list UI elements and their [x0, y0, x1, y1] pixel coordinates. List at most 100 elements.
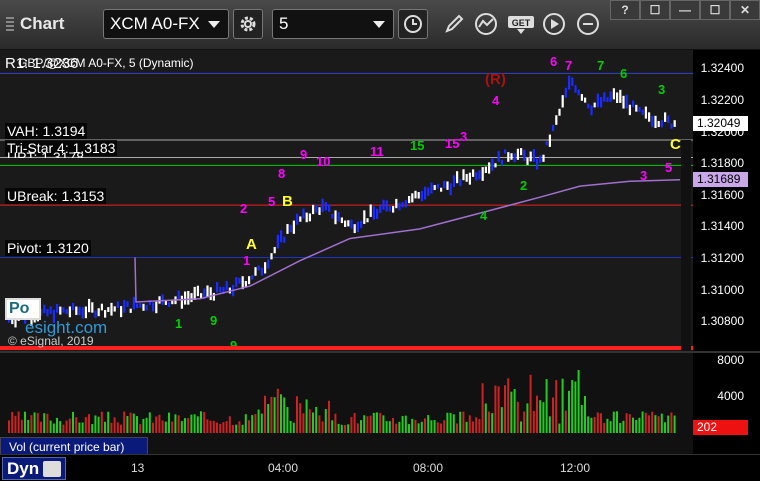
count-mark: 5 [268, 194, 275, 209]
candle [635, 104, 638, 112]
symbol-dropdown[interactable]: XCM A0-FX [103, 9, 229, 39]
volume-bar [536, 395, 538, 433]
volume-bar [27, 419, 30, 433]
volume-bar [459, 411, 462, 433]
volume-bar [478, 419, 481, 433]
volume-bar [126, 416, 129, 433]
volume-bar [110, 422, 113, 433]
get-data-button[interactable]: GET [506, 10, 536, 38]
volume-bar [376, 412, 378, 433]
volume-bar [187, 418, 190, 433]
candle [340, 217, 343, 224]
candle [72, 302, 75, 311]
volume-bar [244, 414, 247, 433]
volume-bar [436, 422, 439, 433]
volume-bar [414, 420, 417, 433]
studies-button[interactable] [472, 10, 500, 38]
close-button[interactable]: ✕ [730, 0, 760, 20]
volume-bar [88, 414, 90, 433]
volume-bar [520, 421, 522, 433]
grip-icon[interactable] [6, 16, 14, 33]
volume-bar [651, 411, 654, 433]
volume-bar [62, 424, 65, 433]
volume-bar [350, 416, 353, 433]
candle [440, 187, 443, 192]
svg-text:GET: GET [512, 18, 531, 28]
volume-pane[interactable]: 8000 4000 202 Vol (current price bar) [0, 351, 760, 456]
interval-clock-button[interactable] [398, 9, 428, 39]
candle [180, 295, 183, 309]
volume-bar [449, 412, 452, 433]
draw-pencil-button[interactable] [440, 10, 468, 38]
candle [321, 198, 324, 212]
candle [209, 287, 212, 301]
candle [350, 219, 353, 229]
volume-bar [392, 417, 394, 433]
volume-bar [168, 412, 170, 433]
candle [94, 310, 97, 318]
volume-bar [526, 403, 529, 433]
candle [657, 120, 660, 128]
interval-dropdown[interactable]: 5 [272, 9, 394, 39]
volume-bar [302, 413, 305, 433]
volume-bar [251, 415, 254, 433]
volume-bar [673, 415, 676, 433]
candle [587, 103, 590, 109]
help-button[interactable]: ? [610, 0, 640, 20]
candle [491, 158, 494, 171]
candle [462, 169, 465, 181]
maximize-button[interactable]: ☐ [700, 0, 730, 20]
count-mark: 9 [210, 313, 217, 328]
volume-bar [433, 420, 436, 433]
candle [481, 167, 484, 181]
dynamic-scale-button[interactable]: Dyn [2, 457, 66, 480]
volume-bar [577, 370, 580, 433]
volume-bar [488, 411, 490, 433]
volume-bar [440, 423, 442, 433]
pencil-icon [445, 14, 464, 33]
volume-bar [660, 413, 663, 433]
price-chart[interactable]: 1991258910111515346776351324 [0, 50, 760, 351]
candle [56, 303, 59, 313]
candle [110, 302, 113, 316]
volume-bar [334, 413, 337, 433]
volume-bar [132, 413, 135, 433]
symbol-settings-button[interactable] [233, 9, 263, 39]
volume-bar [590, 417, 593, 433]
candle [68, 306, 71, 318]
volume-bar [584, 395, 586, 433]
candle [155, 301, 158, 314]
volume-bar [545, 379, 548, 433]
candle [408, 196, 411, 204]
candle [520, 148, 523, 156]
candle [484, 166, 487, 173]
volume-bar [366, 416, 369, 433]
volume-bar [286, 407, 289, 433]
candle [168, 302, 171, 307]
volume-bar [571, 380, 574, 433]
volume-bar [248, 420, 250, 433]
candle [577, 89, 580, 96]
volume-bar [24, 411, 26, 433]
link-button[interactable] [574, 10, 602, 38]
candle [513, 153, 516, 163]
candle [366, 218, 369, 223]
candle [363, 210, 366, 224]
volume-bar [184, 418, 186, 433]
candle [414, 190, 417, 199]
minimize-button[interactable]: — [670, 0, 700, 20]
restore-button[interactable]: ☐ [640, 0, 670, 20]
volume-bar [171, 421, 174, 433]
play-button[interactable] [540, 10, 568, 38]
candle [494, 163, 497, 168]
candle [328, 204, 331, 212]
candle [523, 149, 526, 161]
clock-icon [404, 15, 422, 33]
candle [670, 123, 673, 129]
candle [315, 204, 318, 213]
volume-bar [123, 411, 126, 433]
candle [296, 213, 299, 225]
price-pane[interactable]: 1991258910111515346776351324 R1: 1.3236 … [0, 50, 760, 400]
volume-bar [670, 412, 673, 433]
candle [200, 293, 203, 298]
